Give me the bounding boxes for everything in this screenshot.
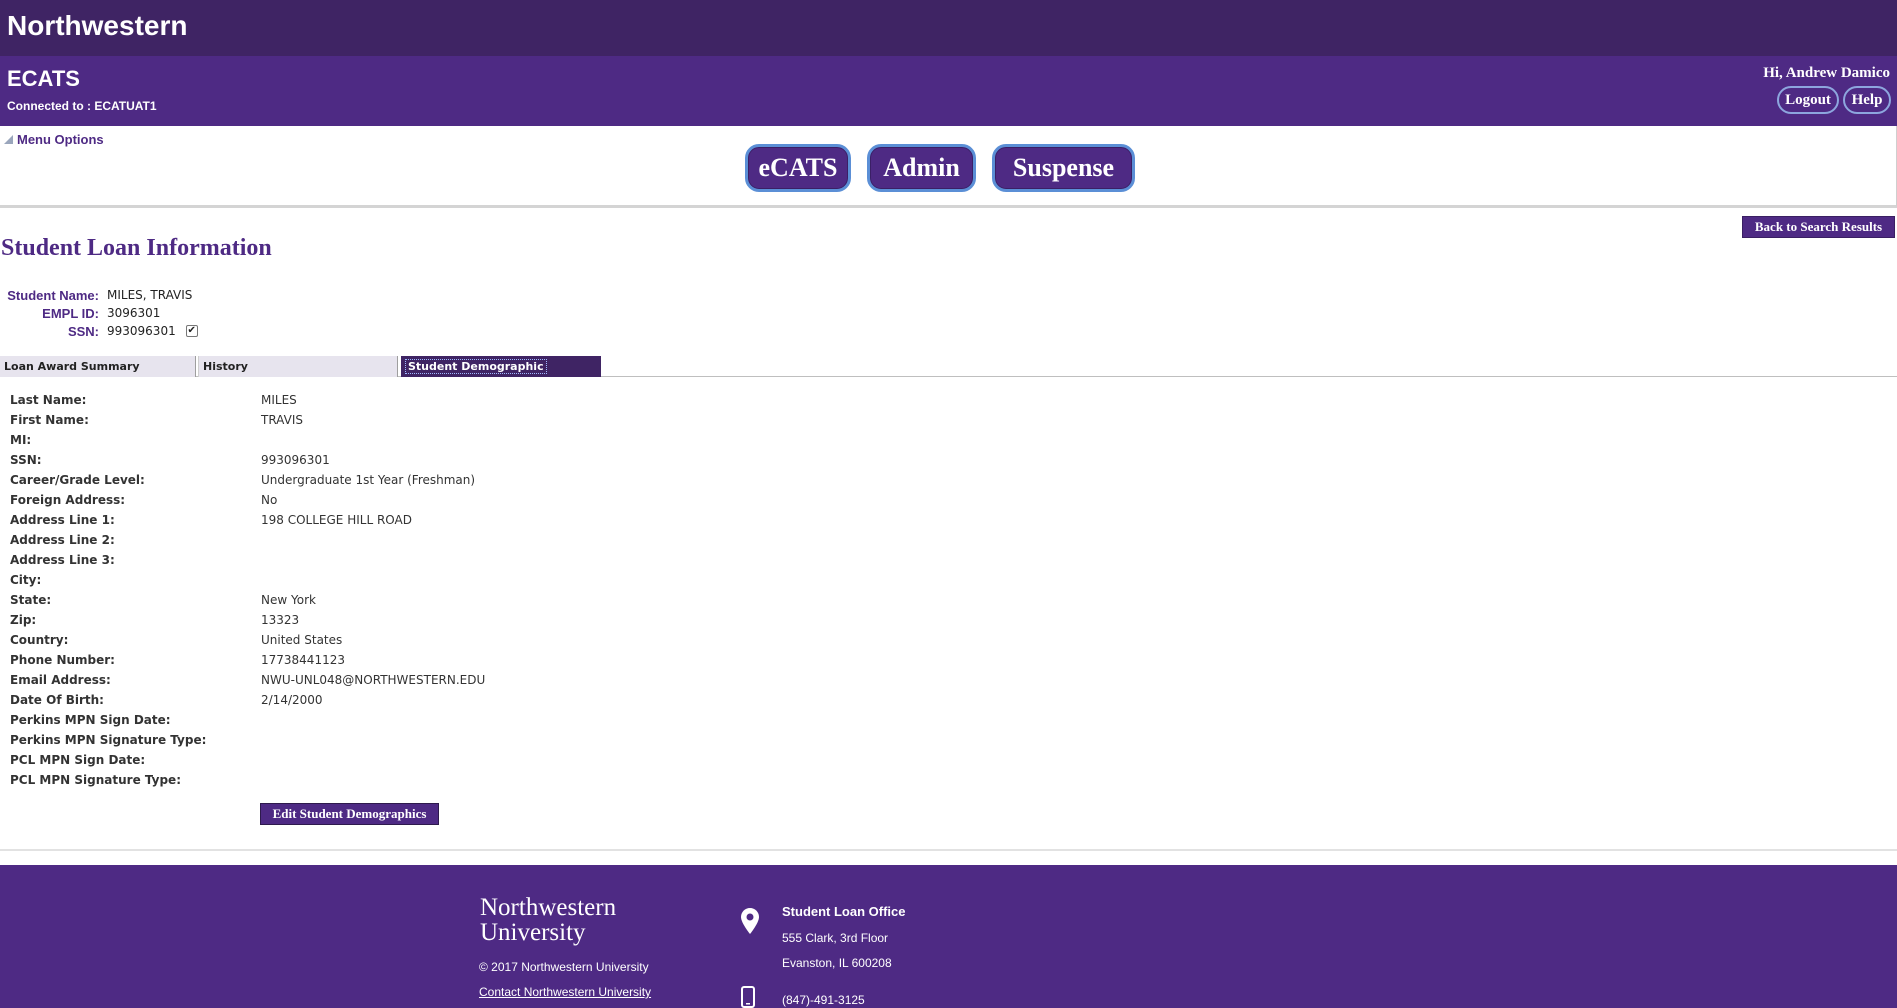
field-label: Address Line 2: — [10, 533, 115, 547]
student-name-value: MILES, TRAVIS — [107, 288, 193, 302]
ssn-value: 993096301 — [107, 324, 176, 338]
office-address-line1: 555 Clark, 3rd Floor — [782, 931, 889, 945]
nav-ecats-button[interactable]: eCATS — [745, 144, 851, 192]
empl-id-row: EMPL ID: 3096301 — [0, 304, 160, 322]
field-value: No — [261, 493, 278, 507]
tab-student-demographic[interactable]: Student Demographic — [401, 356, 601, 377]
student-name-row: Student Name: MILES, TRAVIS — [0, 286, 192, 304]
field-label: Address Line 1: — [10, 513, 115, 527]
tab-bar: Loan Award Summary History Student Demog… — [0, 356, 1897, 377]
office-address-line2: Evanston, IL 600208 — [782, 956, 892, 970]
footer-logo-line1: Northwestern — [480, 894, 617, 921]
tab-loan-award-summary[interactable]: Loan Award Summary — [0, 356, 196, 377]
field-value: 993096301 — [261, 453, 330, 467]
field-label: PCL MPN Signature Type: — [10, 773, 181, 787]
field-label: Email Address: — [10, 673, 111, 687]
help-button[interactable]: Help — [1843, 86, 1891, 114]
field-value: 2/14/2000 — [261, 693, 323, 707]
phone-icon — [741, 986, 755, 1008]
field-value: New York — [261, 593, 316, 607]
menu-bar: Menu Options eCATS Admin Suspense — [0, 126, 1897, 208]
tab-history[interactable]: History — [198, 356, 398, 377]
tab-student-demographic-label: Student Demographic — [405, 359, 547, 374]
field-label: Address Line 3: — [10, 553, 115, 567]
field-label: MI: — [10, 433, 32, 447]
field-label: PCL MPN Sign Date: — [10, 753, 146, 767]
back-to-search-results-button[interactable]: Back to Search Results — [1742, 216, 1895, 238]
field-value: United States — [261, 633, 343, 647]
field-label: Last Name: — [10, 393, 87, 407]
app-header: ECATS Connected to : ECATUAT1 Hi, Andrew… — [0, 56, 1897, 126]
field-label: Country: — [10, 633, 69, 647]
footer: Northwestern University © 2017 Northwest… — [0, 865, 1897, 1008]
field-label: SSN: — [10, 453, 42, 467]
menu-options-label: Menu Options — [17, 132, 104, 147]
brand-bar: Northwestern — [0, 0, 1897, 56]
content-divider — [0, 849, 1897, 851]
field-label: Perkins MPN Sign Date: — [10, 713, 171, 727]
field-value: 17738441123 — [261, 653, 345, 667]
user-greeting: Hi, Andrew Damico — [1763, 65, 1890, 81]
field-label: State: — [10, 593, 52, 607]
menu-options-toggle[interactable]: Menu Options — [4, 132, 104, 147]
footer-logo-line2: University — [480, 919, 586, 946]
field-value: NWU-UNL048@NORTHWESTERN.EDU — [261, 673, 486, 687]
edit-student-demographics-button[interactable]: Edit Student Demographics — [260, 803, 439, 825]
field-label: Phone Number: — [10, 653, 115, 667]
logout-button[interactable]: Logout — [1777, 86, 1839, 114]
empl-id-label: EMPL ID: — [42, 305, 99, 321]
footer-logo[interactable]: Northwestern University — [480, 895, 616, 945]
contact-link[interactable]: Contact Northwestern University — [479, 985, 651, 999]
ssn-row: SSN: 993096301 ✔ — [0, 322, 198, 340]
student-name-label: Student Name: — [7, 287, 99, 303]
app-title: ECATS — [7, 66, 80, 91]
field-value: TRAVIS — [261, 413, 303, 427]
field-label: Zip: — [10, 613, 37, 627]
field-label: Foreign Address: — [10, 493, 126, 507]
brand-logo[interactable]: Northwestern — [7, 10, 187, 42]
nav-admin-button[interactable]: Admin — [867, 144, 976, 192]
triangle-expand-icon — [4, 135, 13, 144]
field-label: First Name: — [10, 413, 89, 427]
location-pin-icon — [741, 908, 759, 934]
field-value: Undergraduate 1st Year (Freshman) — [261, 473, 476, 487]
connection-status: Connected to : ECATUAT1 — [7, 99, 157, 113]
copyright-text: © 2017 Northwestern University — [479, 960, 649, 974]
nav-suspense-button[interactable]: Suspense — [992, 144, 1135, 192]
field-value: MILES — [261, 393, 297, 407]
field-value: 198 COLLEGE HILL ROAD — [261, 513, 412, 527]
field-label: Career/Grade Level: — [10, 473, 145, 487]
ssn-mask-checkbox[interactable]: ✔ — [185, 325, 198, 337]
field-value: 13323 — [261, 613, 300, 627]
empl-id-value: 3096301 — [107, 306, 161, 320]
field-label: Date Of Birth: — [10, 693, 104, 707]
field-label: City: — [10, 573, 42, 587]
office-name: Student Loan Office — [782, 904, 906, 919]
field-label: Perkins MPN Signature Type: — [10, 733, 207, 747]
ssn-label: SSN: — [67, 323, 99, 339]
page-title: Student Loan Information — [1, 235, 272, 261]
office-phone: (847)-491-3125 — [782, 993, 865, 1007]
